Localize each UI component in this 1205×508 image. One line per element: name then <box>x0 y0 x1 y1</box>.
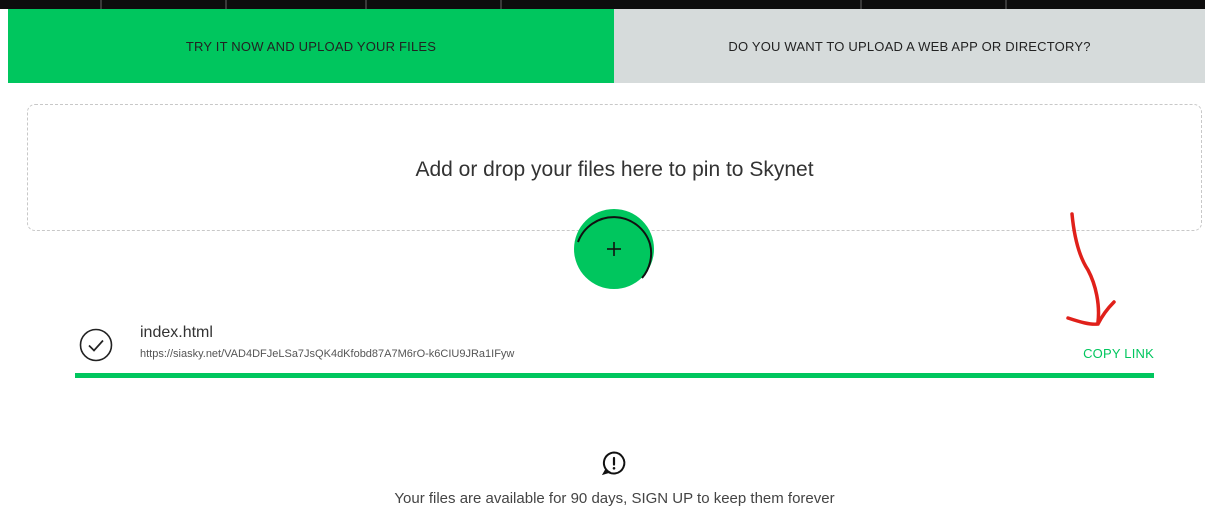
tab-upload-web-app[interactable]: DO YOU WANT TO UPLOAD A WEB APP OR DIREC… <box>614 9 1205 83</box>
storage-notice: Your files are available for 90 days, SI… <box>394 490 835 507</box>
check-circle-icon <box>79 328 113 362</box>
copy-link-button[interactable]: COPY LINK <box>1083 346 1154 361</box>
alert-circle-icon <box>601 451 626 476</box>
uploaded-file-row: index.html https://siasky.net/VAD4DFJeLS… <box>75 320 1154 380</box>
dropzone-prompt: Add or drop your files here to pin to Sk… <box>415 158 814 181</box>
upload-progress-bar <box>75 373 1154 378</box>
upload-progress-fill <box>75 373 1154 378</box>
nav-divider <box>500 0 502 9</box>
nav-divider <box>225 0 227 9</box>
file-skylink-url: https://siasky.net/VAD4DFJeLSa7JsQK4dKfo… <box>140 348 515 360</box>
file-name: index.html <box>140 324 213 341</box>
nav-divider <box>1005 0 1007 9</box>
tab-upload-files[interactable]: TRY IT NOW AND UPLOAD YOUR FILES <box>8 9 614 83</box>
nav-divider <box>100 0 102 9</box>
upload-tabs: TRY IT NOW AND UPLOAD YOUR FILES DO YOU … <box>8 9 1205 83</box>
top-nav-bar <box>0 0 1205 9</box>
nav-divider <box>860 0 862 9</box>
add-files-button[interactable] <box>574 209 654 289</box>
arrow-annotation-icon <box>1066 212 1116 326</box>
plus-icon <box>607 242 621 256</box>
nav-divider <box>365 0 367 9</box>
